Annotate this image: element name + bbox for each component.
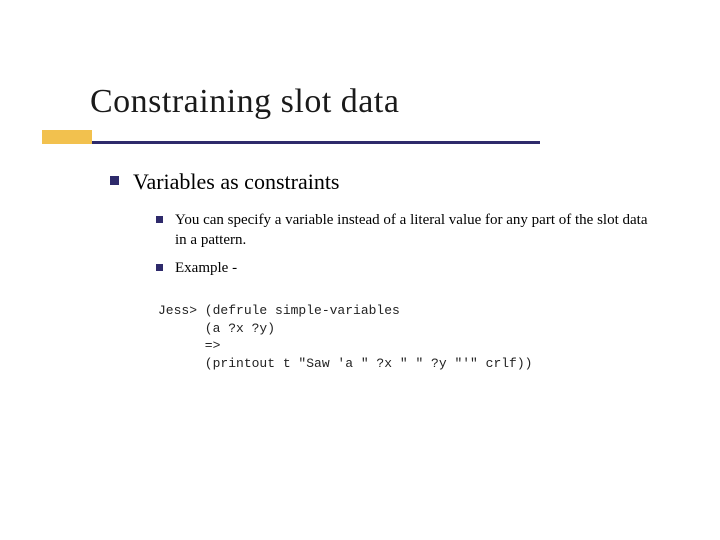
accent-line-navy — [92, 141, 540, 144]
code-line: => — [158, 338, 220, 353]
bullet-level2-text: You can specify a variable instead of a … — [175, 210, 660, 251]
bullet-level2-list: You can specify a variable instead of a … — [156, 210, 660, 279]
square-bullet-icon — [156, 264, 163, 271]
bullet-level2-text: Example - — [175, 258, 237, 278]
body-content: Variables as constraints You can specify… — [110, 168, 660, 286]
square-bullet-icon — [156, 216, 163, 223]
code-example: Jess> (defrule simple-variables (a ?x ?y… — [158, 302, 532, 372]
slide-title: Constraining slot data — [90, 84, 680, 120]
code-line: (printout t "Saw 'a " ?x " " ?y "'" crlf… — [158, 356, 532, 371]
code-line: Jess> (defrule simple-variables — [158, 303, 400, 318]
bullet-level1: Variables as constraints — [110, 168, 660, 196]
bullet-level2-item: Example - — [156, 258, 660, 278]
square-bullet-icon — [110, 176, 119, 185]
slide: Constraining slot data Variables as cons… — [0, 0, 720, 540]
bullet-level1-text: Variables as constraints — [133, 168, 340, 196]
title-area: Constraining slot data — [90, 84, 680, 124]
code-line: (a ?x ?y) — [158, 321, 275, 336]
bullet-level2-item: You can specify a variable instead of a … — [156, 210, 660, 251]
accent-block-yellow — [42, 130, 92, 144]
